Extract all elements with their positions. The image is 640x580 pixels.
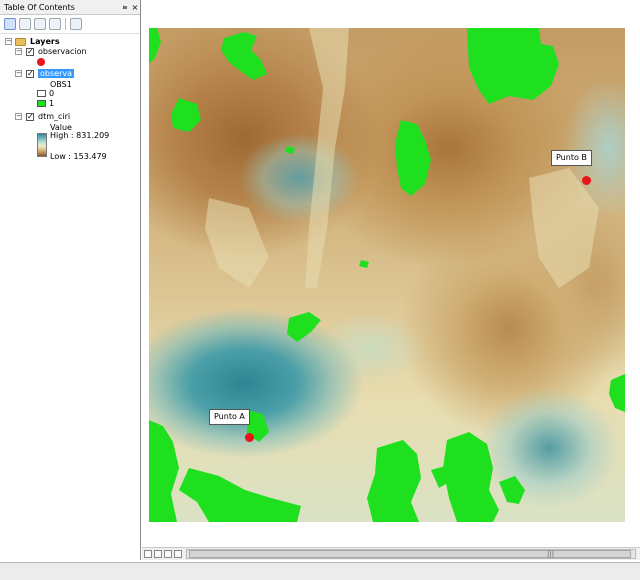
list-by-drawing-order-icon[interactable]	[4, 18, 16, 30]
data-view-icon[interactable]	[144, 550, 152, 558]
close-icon[interactable]: ×	[130, 3, 140, 12]
toc-toolbar	[0, 15, 140, 34]
layer-name: dtm_ciri	[38, 112, 71, 121]
layer-observa[interactable]: − ✓ observa	[15, 68, 74, 79]
layers-folder-icon	[15, 37, 26, 46]
class-swatch-0	[37, 90, 46, 97]
collapse-icon[interactable]: −	[5, 38, 12, 45]
layer-visibility-checkbox[interactable]: ✓	[26, 69, 34, 78]
point-symbol-icon	[37, 58, 45, 66]
layer-visibility-checkbox[interactable]: ✓	[26, 47, 34, 56]
legend-class: 1	[49, 98, 54, 109]
refresh-icon[interactable]	[164, 550, 172, 558]
scroll-thumb[interactable]	[189, 550, 631, 558]
horizontal-scrollbar[interactable]: |||	[186, 549, 636, 559]
punto-b-label: Punto B	[551, 150, 592, 166]
punto-a-label: Punto A	[209, 409, 250, 425]
list-by-visibility-icon[interactable]	[34, 18, 46, 30]
layout-view-icon[interactable]	[154, 550, 162, 558]
map-bottom-bar: |||	[142, 547, 640, 560]
collapse-icon[interactable]: −	[15, 48, 22, 55]
layer-observacion[interactable]: − ✓ observacion	[15, 46, 87, 57]
class-swatch-1	[37, 100, 46, 107]
options-icon[interactable]	[70, 18, 82, 30]
list-by-source-icon[interactable]	[19, 18, 31, 30]
toc-title-bar: Table Of Contents ⫢ ×	[0, 0, 140, 15]
table-of-contents-panel: Table Of Contents ⫢ × − Layers − ✓ obser…	[0, 0, 141, 560]
layer-name: observacion	[38, 47, 87, 56]
dtm-raster: Punto A Punto B	[149, 28, 625, 522]
pin-icon[interactable]: ⫢	[120, 2, 130, 12]
toc-title: Table Of Contents	[4, 2, 75, 12]
list-by-selection-icon[interactable]	[49, 18, 61, 30]
status-bar	[0, 562, 640, 580]
punto-a-text: Punto A	[214, 412, 245, 421]
pause-drawing-icon[interactable]	[174, 550, 182, 558]
layer-name[interactable]: observa	[38, 69, 74, 78]
punto-b-text: Punto B	[556, 153, 587, 162]
collapse-icon[interactable]: −	[15, 113, 22, 120]
class-label: 1	[49, 99, 55, 108]
layer-dtm-ciri[interactable]: − ✓ dtm_ciri	[15, 111, 70, 122]
toolbar-separator	[65, 18, 66, 30]
low-label: Low : 153.479	[50, 152, 107, 161]
collapse-icon[interactable]: −	[15, 70, 22, 77]
grip-icon: |||	[547, 550, 555, 558]
legend-high: High : 831.209	[50, 130, 109, 141]
visibility-overlay	[149, 28, 625, 522]
layers-root-label: Layers	[30, 37, 60, 46]
layer-visibility-checkbox[interactable]: ✓	[26, 112, 34, 121]
legend-low: Low : 153.479	[50, 151, 107, 162]
elevation-color-ramp	[37, 133, 47, 157]
class-label: 0	[49, 89, 55, 98]
high-label: High : 831.209	[50, 131, 110, 140]
punto-a-marker[interactable]	[245, 433, 254, 442]
punto-b-marker[interactable]	[582, 176, 591, 185]
